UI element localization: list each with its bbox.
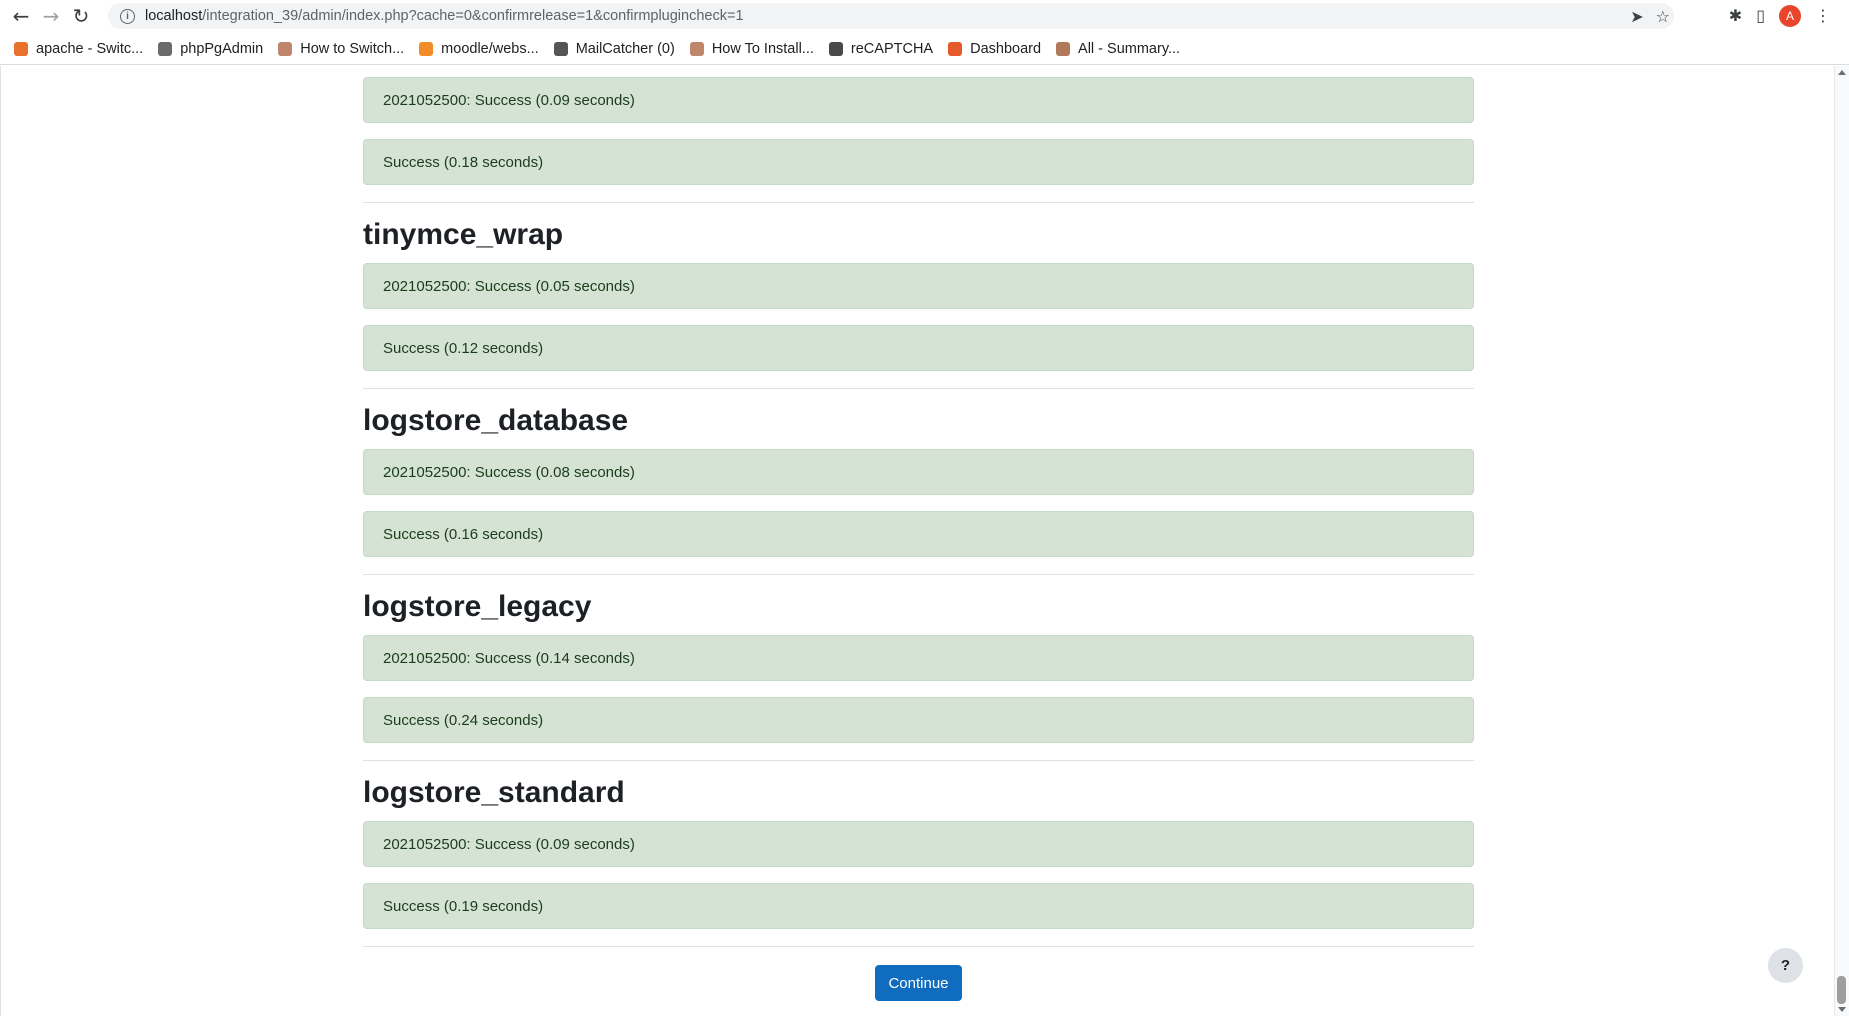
plugin-heading: logstore_legacy [363,590,592,623]
bookmark-favicon-icon [948,41,963,56]
scroll-up-icon[interactable] [1838,70,1846,75]
bookmark-favicon-icon [14,41,28,56]
bookmark-favicon-icon [158,41,173,56]
bookmark-item[interactable]: Dashboard [948,41,1041,57]
success-alert: Success (0.24 seconds) [363,697,1474,743]
bookmarks-bar: apache - Switc... phpPgAdmin How to Switch… [0,33,1849,65]
bookmark-label: reCAPTCHA [850,40,934,57]
scroll-down-icon[interactable] [1838,1007,1846,1012]
address-bar[interactable]: i localhost/integration_39/admin/index.p… [108,3,1674,29]
bookmark-favicon-icon [278,41,293,56]
bookmark-label: moodle/webs... [441,40,539,57]
help-button[interactable]: ? [1768,948,1803,983]
forward-icon[interactable]: → [36,1,66,31]
extensions-icon[interactable]: ✱ [1729,6,1742,25]
section-divider [363,388,1474,389]
section-divider [363,760,1474,761]
browser-toolbar: ← → ↻ i localhost/integration_39/admin/i… [0,0,1849,31]
profile-avatar[interactable]: A [1779,4,1801,27]
success-alert: Success (0.12 seconds) [363,325,1474,371]
site-info-icon[interactable]: i [120,8,135,24]
success-alert: 2021052500: Success (0.08 seconds) [363,449,1474,495]
continue-button[interactable]: Continue [875,965,962,1001]
url-host: localhost [145,8,203,24]
plugin-heading: logstore_standard [363,776,625,809]
success-alert: Success (0.16 seconds) [363,511,1474,557]
bookmark-favicon-icon [1056,41,1071,56]
menu-icon[interactable]: ⋮ [1815,6,1831,25]
section-divider [363,202,1474,203]
star-icon[interactable]: ☆ [1656,7,1670,26]
reload-icon[interactable]: ↻ [66,1,96,31]
plugin-heading: tinymce_wrap [363,218,564,251]
bookmark-favicon-icon [689,41,704,56]
page-viewport: 2021052500: Success (0.09 seconds) Succes… [0,66,1849,1016]
success-alert: Success (0.19 seconds) [363,883,1474,929]
scrollbar-thumb[interactable] [1837,976,1846,1004]
section-divider [363,574,1474,575]
success-alert: 2021052500: Success (0.09 seconds) [363,821,1474,867]
side-panel-icon[interactable]: ▯ [1756,6,1765,25]
success-alert: 2021052500: Success (0.09 seconds) [363,77,1474,123]
plugin-heading: logstore_database [363,404,629,437]
bookmark-item[interactable]: moodle/webs... [419,41,539,57]
bookmark-item[interactable]: MailCatcher (0) [553,40,675,57]
bookmark-label: phpPgAdmin [180,40,264,57]
bookmark-favicon-icon [553,41,568,56]
send-icon[interactable]: ➤ [1630,7,1643,26]
url-text[interactable]: localhost/integration_39/admin/index.php… [145,8,744,24]
success-alert: Success (0.18 seconds) [363,139,1474,185]
bookmark-item[interactable]: All - Summary... [1056,41,1180,57]
page-scrollbar[interactable] [1834,66,1849,1016]
bookmark-label: Dashboard [970,40,1042,57]
bookmark-label: How To Install... [711,40,814,57]
back-icon[interactable]: ← [6,1,36,31]
bookmark-label: How to Switch... [300,40,405,57]
bookmark-favicon-icon [828,41,843,56]
bookmark-label: All - Summary... [1078,40,1181,57]
bookmark-item[interactable]: apache - Switc... [14,41,143,57]
bookmark-label: MailCatcher (0) [575,40,675,57]
url-path: /integration_39/admin/index.php?cache=0&… [202,8,744,24]
success-alert: 2021052500: Success (0.14 seconds) [363,635,1474,681]
success-alert: 2021052500: Success (0.05 seconds) [363,263,1474,309]
bookmark-item[interactable]: How to Switch... [278,41,404,57]
bookmark-item[interactable]: reCAPTCHA [828,40,934,57]
section-divider [363,946,1474,947]
bookmark-item[interactable]: phpPgAdmin [158,41,263,57]
bookmark-favicon-icon [419,41,434,56]
bookmark-item[interactable]: How To Install... [689,40,814,57]
bookmark-label: apache - Switc... [36,40,144,57]
